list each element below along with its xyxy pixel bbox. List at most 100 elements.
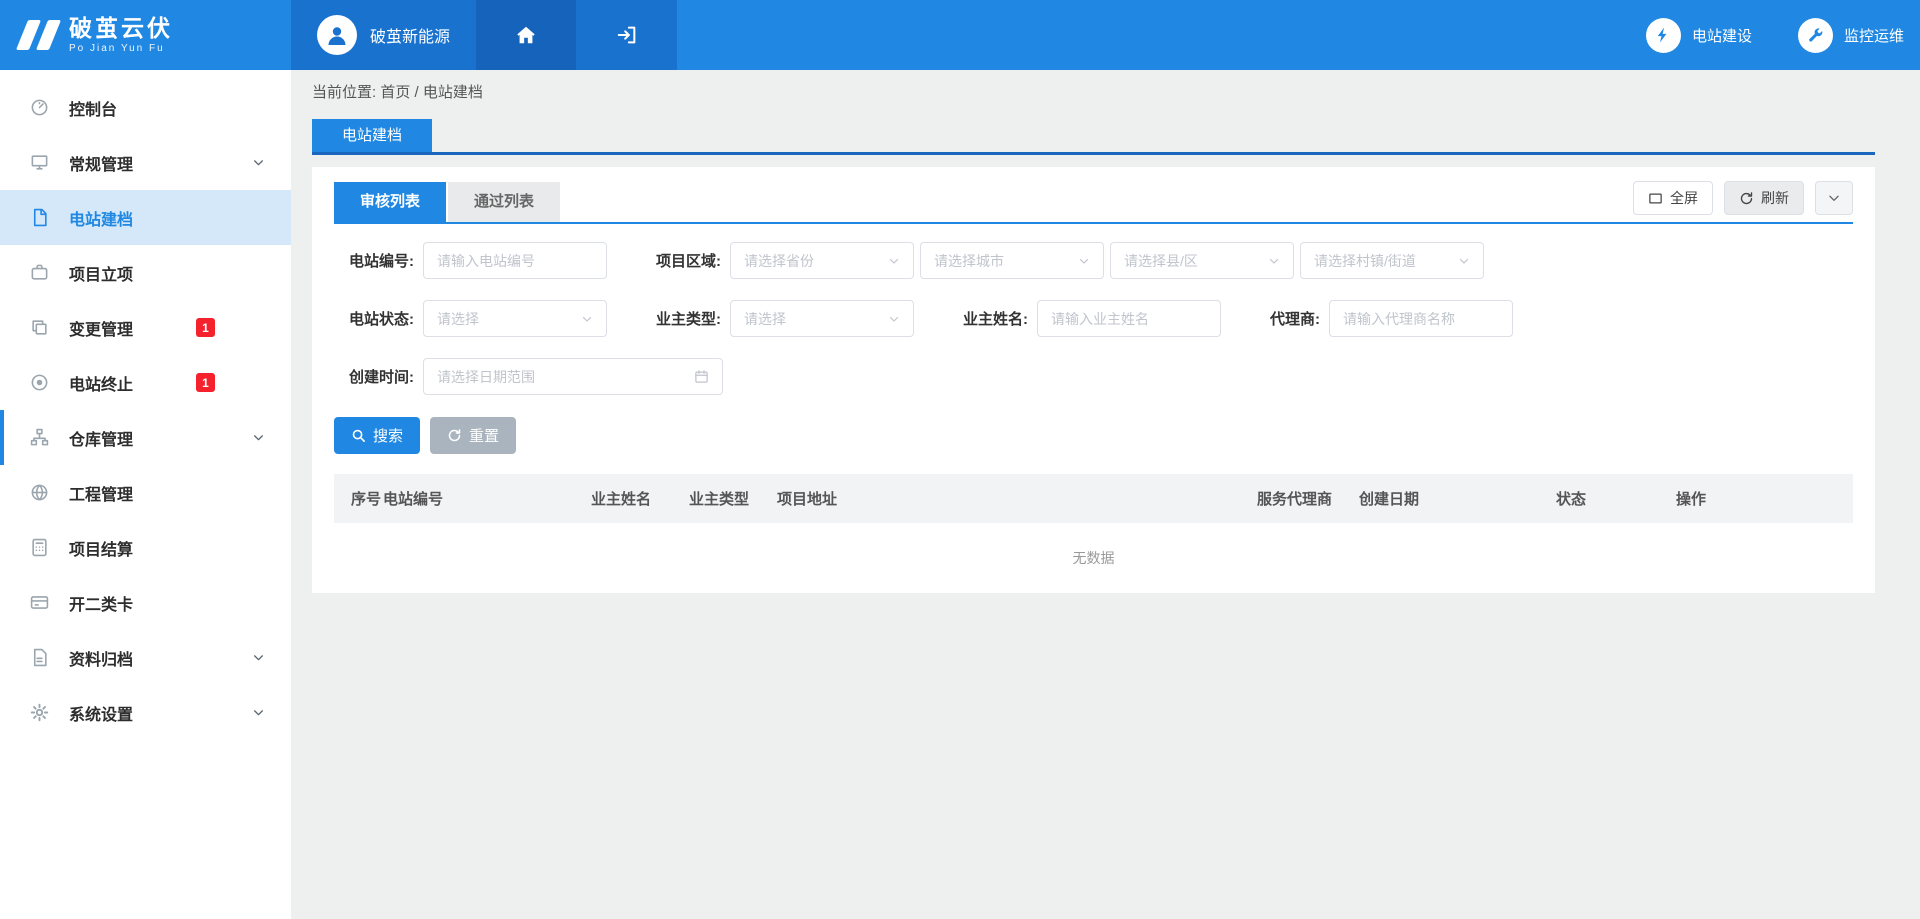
breadcrumb: 当前位置: 首页 / 电站建档	[312, 81, 1875, 102]
nav-label: 监控运维	[1844, 25, 1904, 46]
logout-button[interactable]	[576, 0, 677, 70]
station-status-select[interactable]: 请选择	[423, 300, 607, 337]
calculator-icon	[30, 538, 52, 557]
owner-type-label: 业主类型:	[656, 308, 721, 329]
refresh-button[interactable]: 刷新	[1724, 181, 1804, 215]
sidebar-item-station-archive[interactable]: 电站建档	[0, 190, 291, 245]
panel-toolbar: 全屏 刷新	[1633, 181, 1853, 222]
date-range-picker[interactable]	[423, 358, 723, 395]
sidebar-item-change-mgmt[interactable]: 变更管理 1	[0, 300, 291, 355]
fullscreen-button[interactable]: 全屏	[1633, 181, 1713, 215]
sidebar-item-data-archive[interactable]: 资料归档	[0, 630, 291, 685]
refresh-icon	[1739, 191, 1754, 206]
breadcrumb-prefix: 当前位置:	[312, 84, 376, 101]
town-select[interactable]: 请选择村镇/街道	[1300, 242, 1484, 279]
station-status-label: 电站状态:	[334, 308, 414, 329]
date-range-input[interactable]	[437, 369, 694, 385]
nav-label: 电站建设	[1692, 25, 1752, 46]
action-buttons: 搜索 重置	[334, 417, 1853, 454]
notification-badge: 1	[196, 373, 215, 392]
owner-name-label: 业主姓名:	[963, 308, 1028, 329]
sidebar-item-dashboard[interactable]: 控制台	[0, 80, 291, 135]
sidebar-item-warehouse-mgmt[interactable]: 仓库管理	[0, 410, 291, 465]
sidebar-item-label: 电站建档	[69, 206, 133, 230]
col-actions: 操作	[1676, 488, 1853, 509]
page-tab-bar: 电站建档	[312, 119, 1875, 155]
search-label: 搜索	[373, 425, 403, 446]
station-no-input[interactable]	[423, 242, 607, 279]
archive-icon	[30, 648, 52, 667]
fullscreen-icon	[1648, 191, 1663, 206]
reset-button[interactable]: 重置	[430, 417, 516, 454]
user-menu[interactable]: 破茧新能源	[291, 0, 476, 70]
home-icon	[515, 24, 537, 46]
sidebar-item-label: 常规管理	[69, 151, 133, 175]
agent-label: 代理商:	[1270, 308, 1320, 329]
nav-monitor-ops[interactable]: 监控运维	[1798, 18, 1904, 53]
chevron-down-icon	[252, 156, 265, 169]
status-placeholder: 请选择	[437, 309, 479, 329]
gear-icon	[30, 703, 52, 722]
fullscreen-label: 全屏	[1670, 188, 1698, 208]
home-button[interactable]	[476, 0, 576, 70]
empty-state: 无数据	[334, 523, 1853, 593]
col-service-agent: 服务代理商	[1257, 488, 1359, 509]
company-name: 破茧新能源	[370, 23, 450, 47]
sidebar-item-type2-card[interactable]: 开二类卡	[0, 575, 291, 630]
breadcrumb-home-link[interactable]: 首页	[380, 84, 410, 101]
county-placeholder: 请选择县/区	[1124, 251, 1198, 271]
tab-passed-list[interactable]: 通过列表	[448, 182, 560, 222]
logo[interactable]: 破茧云伏 Po Jian Yun Fu	[0, 0, 291, 70]
sidebar-item-system-settings[interactable]: 系统设置	[0, 685, 291, 740]
logo-text: 破茧云伏 Po Jian Yun Fu	[69, 16, 173, 54]
sidebar-item-general-mgmt[interactable]: 常规管理	[0, 135, 291, 190]
sidebar-item-project-initiation[interactable]: 项目立项	[0, 245, 291, 300]
chevron-down-icon	[1268, 255, 1280, 267]
lightning-icon	[1646, 18, 1681, 53]
notification-badge: 1	[196, 318, 215, 337]
logout-icon	[616, 24, 638, 46]
filter-row-2: 电站状态: 请选择 业主类型: 请选择 业主姓名: 代理商:	[334, 300, 1853, 337]
filter-form: 电站编号: 项目区域: 请选择省份 请选择城市 请选择县/区	[334, 242, 1853, 395]
sidebar-item-label: 工程管理	[69, 481, 133, 505]
page-tab-station-archive[interactable]: 电站建档	[312, 119, 432, 152]
logo-icon	[22, 20, 55, 50]
chevron-down-icon	[1458, 255, 1470, 267]
user-avatar-icon	[317, 15, 357, 55]
agent-input[interactable]	[1329, 300, 1513, 337]
tab-review-list[interactable]: 审核列表	[334, 182, 446, 222]
sitemap-icon	[30, 428, 52, 447]
file-icon	[30, 208, 52, 227]
col-created-date: 创建日期	[1359, 488, 1556, 509]
sidebar-item-label: 资料归档	[69, 646, 133, 670]
calendar-icon	[694, 369, 709, 384]
sidebar-item-project-settlement[interactable]: 项目结算	[0, 520, 291, 575]
sidebar-item-station-termination[interactable]: 电站终止 1	[0, 355, 291, 410]
sidebar-item-label: 控制台	[69, 96, 117, 120]
wrench-icon	[1798, 18, 1833, 53]
refresh-label: 刷新	[1761, 188, 1789, 208]
sidebar-item-label: 开二类卡	[69, 591, 133, 615]
sidebar-item-label: 变更管理	[69, 316, 133, 340]
sidebar-item-engineering-mgmt[interactable]: 工程管理	[0, 465, 291, 520]
chevron-down-icon	[888, 313, 900, 325]
sidebar-item-label: 电站终止	[69, 371, 133, 395]
owner-type-select[interactable]: 请选择	[730, 300, 914, 337]
owner-name-input[interactable]	[1037, 300, 1221, 337]
province-placeholder: 请选择省份	[744, 251, 814, 271]
province-select[interactable]: 请选择省份	[730, 242, 914, 279]
panel-tabs: 审核列表 通过列表 全屏 刷新	[334, 181, 1853, 224]
sidebar: 控制台 常规管理 电站建档 项目立项	[0, 70, 291, 919]
stop-icon	[30, 373, 52, 392]
search-button[interactable]: 搜索	[334, 417, 420, 454]
nav-station-build[interactable]: 电站建设	[1646, 18, 1752, 53]
collapse-toolbar-button[interactable]	[1815, 181, 1853, 215]
county-select[interactable]: 请选择县/区	[1110, 242, 1294, 279]
card-icon	[30, 593, 52, 612]
monitor-icon	[30, 153, 52, 172]
copy-icon	[30, 318, 52, 337]
globe-icon	[30, 483, 52, 502]
town-placeholder: 请选择村镇/街道	[1314, 251, 1416, 271]
search-icon	[351, 428, 366, 443]
city-select[interactable]: 请选择城市	[920, 242, 1104, 279]
